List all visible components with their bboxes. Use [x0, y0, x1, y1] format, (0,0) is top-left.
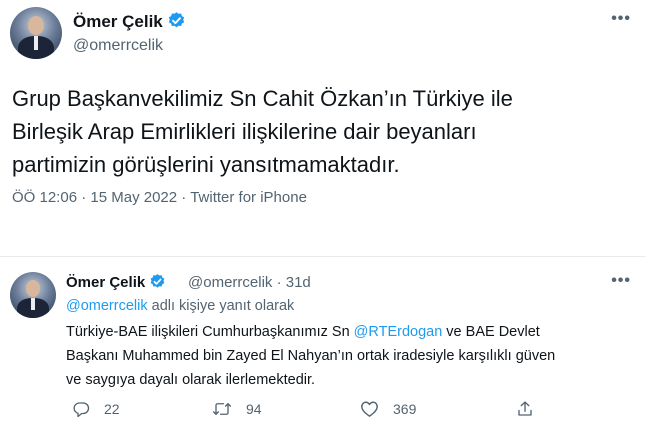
tweet-date[interactable]: 15 May 2022 — [90, 189, 177, 206]
reply-button[interactable]: 22 — [72, 400, 120, 418]
author-name[interactable]: Ömer Çelik — [73, 11, 186, 32]
tweet-meta: ÖÖ 12:06 · 15 May 2022 · Twitter for iPh… — [12, 189, 307, 206]
tweet-text-line: Başkanı Muhammed bin Zayed El Nahyan’ın … — [66, 348, 556, 364]
reply-to-label: adlı kişiye yanıt olarak — [151, 298, 295, 314]
meta-separator: · — [181, 189, 187, 206]
avatar[interactable] — [10, 272, 56, 318]
reply-count: 22 — [104, 401, 120, 417]
retweet-count: 94 — [246, 401, 262, 417]
more-options-icon[interactable]: ••• — [611, 10, 631, 28]
tweet-text: Grup Başkanvekilimiz Sn Cahit Özkan’ın T… — [12, 82, 632, 181]
tweet-text-line: Grup Başkanvekilimiz Sn Cahit Özkan’ın T… — [12, 86, 513, 111]
tweet-text-segment: Türkiye-BAE ilişkileri Cumhurbaşkanımız … — [66, 324, 354, 340]
tweet-text-segment: ve BAE Devlet — [442, 324, 540, 340]
share-icon — [518, 401, 532, 416]
tweet-text-line: Birleşik Arap Emirlikleri ilişkilerine d… — [12, 119, 477, 144]
divider — [0, 256, 645, 257]
tweet-text: Türkiye-BAE ilişkileri Cumhurbaşkanımız … — [66, 320, 636, 392]
retweet-button[interactable]: 94 — [212, 400, 262, 418]
tweet-actions: 22 94 369 — [66, 400, 586, 424]
author-name-text[interactable]: Ömer Çelik — [73, 12, 163, 31]
reply-context: @omerrcelik adlı kişiye yanıt olarak — [66, 298, 294, 314]
tweet-text-line: Türkiye-BAE ilişkileri Cumhurbaşkanımız … — [66, 320, 636, 344]
tweet-text-line: partimizin görüşlerini yansıtmamaktadır. — [12, 152, 400, 177]
reply-to-handle[interactable]: @omerrcelik — [66, 298, 148, 314]
main-tweet: Ömer Çelik @omerrcelik ••• Grup Başkanve… — [0, 0, 645, 232]
retweet-icon — [212, 403, 232, 415]
avatar[interactable] — [10, 7, 62, 59]
mention-link[interactable]: @RTErdogan — [354, 324, 443, 340]
tweet-time[interactable]: ÖÖ 12:06 — [12, 189, 77, 206]
author-name[interactable]: Ömer Çelik — [66, 273, 166, 291]
author-handle-line: @omerrcelik · 31d — [188, 274, 311, 291]
verified-badge-icon — [150, 274, 165, 288]
tweet-age[interactable]: 31d — [286, 274, 311, 291]
meta-separator: · — [81, 189, 87, 206]
more-options-icon[interactable]: ••• — [611, 272, 631, 290]
heart-icon — [361, 401, 378, 417]
tweet-text-line: ve saygıya dayalı olarak ilerlemektedir. — [66, 372, 316, 388]
share-button[interactable] — [516, 400, 548, 418]
verified-badge-icon — [168, 12, 184, 28]
author-handle[interactable]: @omerrcelik — [188, 274, 272, 291]
reply-icon — [73, 402, 90, 418]
tweet-source[interactable]: Twitter for iPhone — [190, 189, 307, 206]
author-name-text[interactable]: Ömer Çelik — [66, 274, 145, 291]
meta-separator: · — [276, 274, 282, 291]
author-handle[interactable]: @omerrcelik — [73, 37, 163, 55]
like-count: 369 — [393, 401, 417, 417]
like-button[interactable]: 369 — [360, 400, 416, 418]
